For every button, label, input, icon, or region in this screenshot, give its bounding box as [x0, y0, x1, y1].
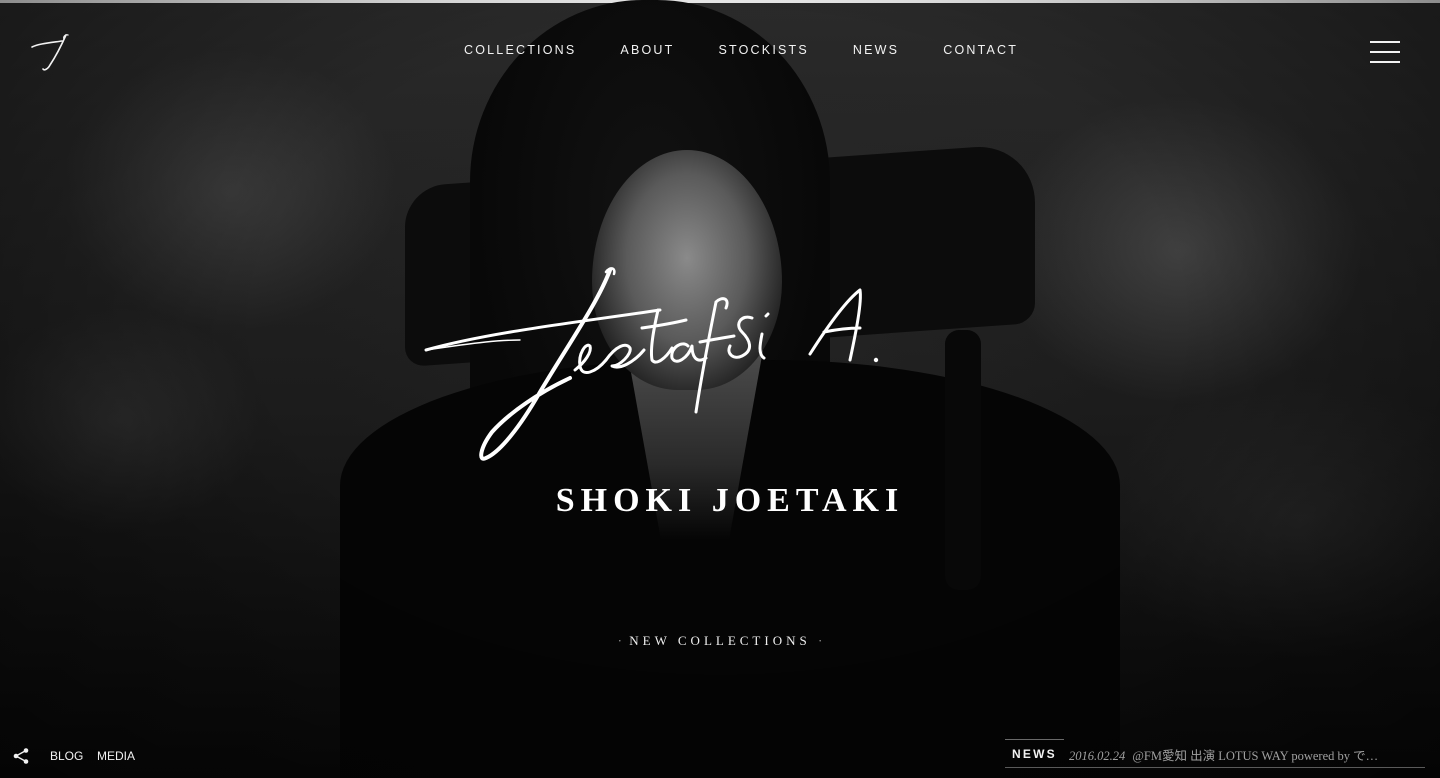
news-date: 2016.02.24: [1069, 749, 1126, 763]
main-navigation: COLLECTIONS ABOUT STOCKISTS NEWS CONTACT: [464, 43, 1018, 57]
nav-link-news[interactable]: NEWS: [853, 43, 899, 57]
hamburger-menu-icon[interactable]: [1370, 41, 1400, 63]
blog-link[interactable]: BLOG: [50, 749, 83, 763]
cta-dot-right: ·: [817, 633, 823, 648]
news-headline: @FM愛知 出演 LOTUS WAY powered by で…: [1132, 749, 1379, 763]
nav-link-stockists[interactable]: STOCKISTS: [718, 43, 808, 57]
news-ticker-item[interactable]: 2016.02.24 @FM愛知 出演 LOTUS WAY powered by…: [1069, 745, 1425, 764]
share-icon[interactable]: [12, 747, 30, 765]
cta-dot-left: ·: [617, 633, 623, 648]
nav-link-contact[interactable]: CONTACT: [943, 43, 1018, 57]
signature-logo: [424, 267, 879, 461]
nav-link-collections[interactable]: COLLECTIONS: [464, 43, 576, 57]
brand-name-heading: SHOKI JOETAKI: [555, 482, 905, 519]
news-ticker: NEWS 2016.02.24 @FM愛知 出演 LOTUS WAY power…: [1005, 739, 1425, 768]
media-link[interactable]: MEDIA: [97, 749, 135, 763]
nav-link-about[interactable]: ABOUT: [620, 43, 674, 57]
new-collections-link[interactable]: · NEW COLLECTIONS ·: [0, 633, 1440, 649]
hero-background: COLLECTIONS ABOUT STOCKISTS NEWS CONTACT…: [0, 0, 1440, 778]
new-collections-label: NEW COLLECTIONS: [629, 633, 811, 648]
site-logo-icon[interactable]: [26, 30, 72, 72]
news-ticker-label: NEWS: [1005, 739, 1064, 767]
